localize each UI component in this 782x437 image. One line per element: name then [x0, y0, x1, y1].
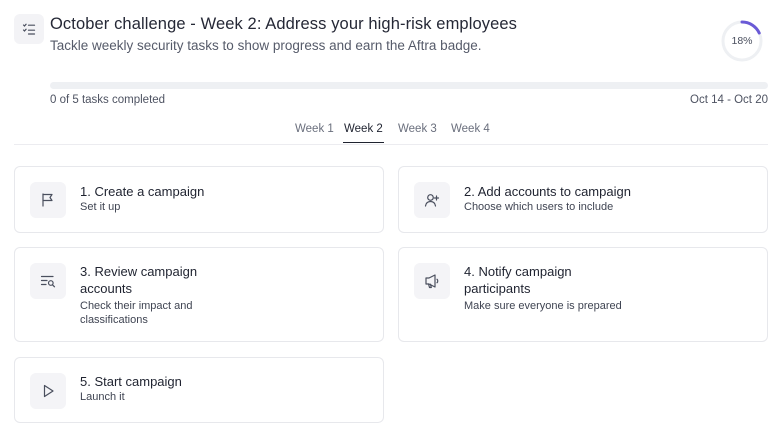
flag-icon: [30, 182, 66, 218]
checklist-icon: [14, 14, 44, 44]
progress-ring: 18%: [720, 19, 764, 63]
page-subtitle: Tackle weekly security tasks to show pro…: [50, 38, 482, 53]
progress-bar: [50, 82, 768, 89]
task-card-start-campaign[interactable]: 5. Start campaign Launch it: [14, 357, 384, 423]
tab-week-4[interactable]: Week 4: [450, 121, 491, 143]
task-card-review-accounts[interactable]: 3. Review campaign accounts Check their …: [14, 247, 384, 342]
tabs-divider: [14, 144, 768, 145]
play-icon: [30, 373, 66, 409]
tab-week-1[interactable]: Week 1: [294, 121, 335, 143]
task-description: Set it up: [80, 201, 121, 213]
task-title: 4. Notify campaign participants: [464, 264, 572, 296]
task-title: 3. Review campaign accounts: [80, 264, 198, 296]
task-card-add-accounts[interactable]: 2. Add accounts to campaign Choose which…: [398, 166, 768, 233]
task-card-create-campaign[interactable]: 1. Create a campaign Set it up: [14, 166, 384, 233]
task-description: Launch it: [80, 391, 125, 403]
date-range: Oct 14 - Oct 20: [690, 94, 768, 106]
task-description: Choose which users to include: [464, 201, 614, 213]
add-user-icon: [414, 182, 450, 218]
task-title: 5. Start campaign: [80, 374, 182, 389]
task-card-notify-participants[interactable]: 4. Notify campaign participants Make sur…: [398, 247, 768, 342]
megaphone-icon: [414, 263, 450, 299]
page-title: October challenge - Week 2: Address your…: [50, 15, 518, 33]
task-description: Make sure everyone is prepared: [464, 300, 622, 312]
task-title: 2. Add accounts to campaign: [464, 184, 631, 199]
task-description: Check their impact and classifications: [80, 300, 193, 326]
tab-week-3[interactable]: Week 3: [397, 121, 438, 143]
tab-week-2[interactable]: Week 2: [343, 121, 384, 143]
list-search-icon: [30, 263, 66, 299]
progress-percent: 18%: [731, 35, 753, 47]
tasks-completed-count: 0 of 5 tasks completed: [50, 94, 166, 106]
task-title: 1. Create a campaign: [80, 184, 205, 199]
